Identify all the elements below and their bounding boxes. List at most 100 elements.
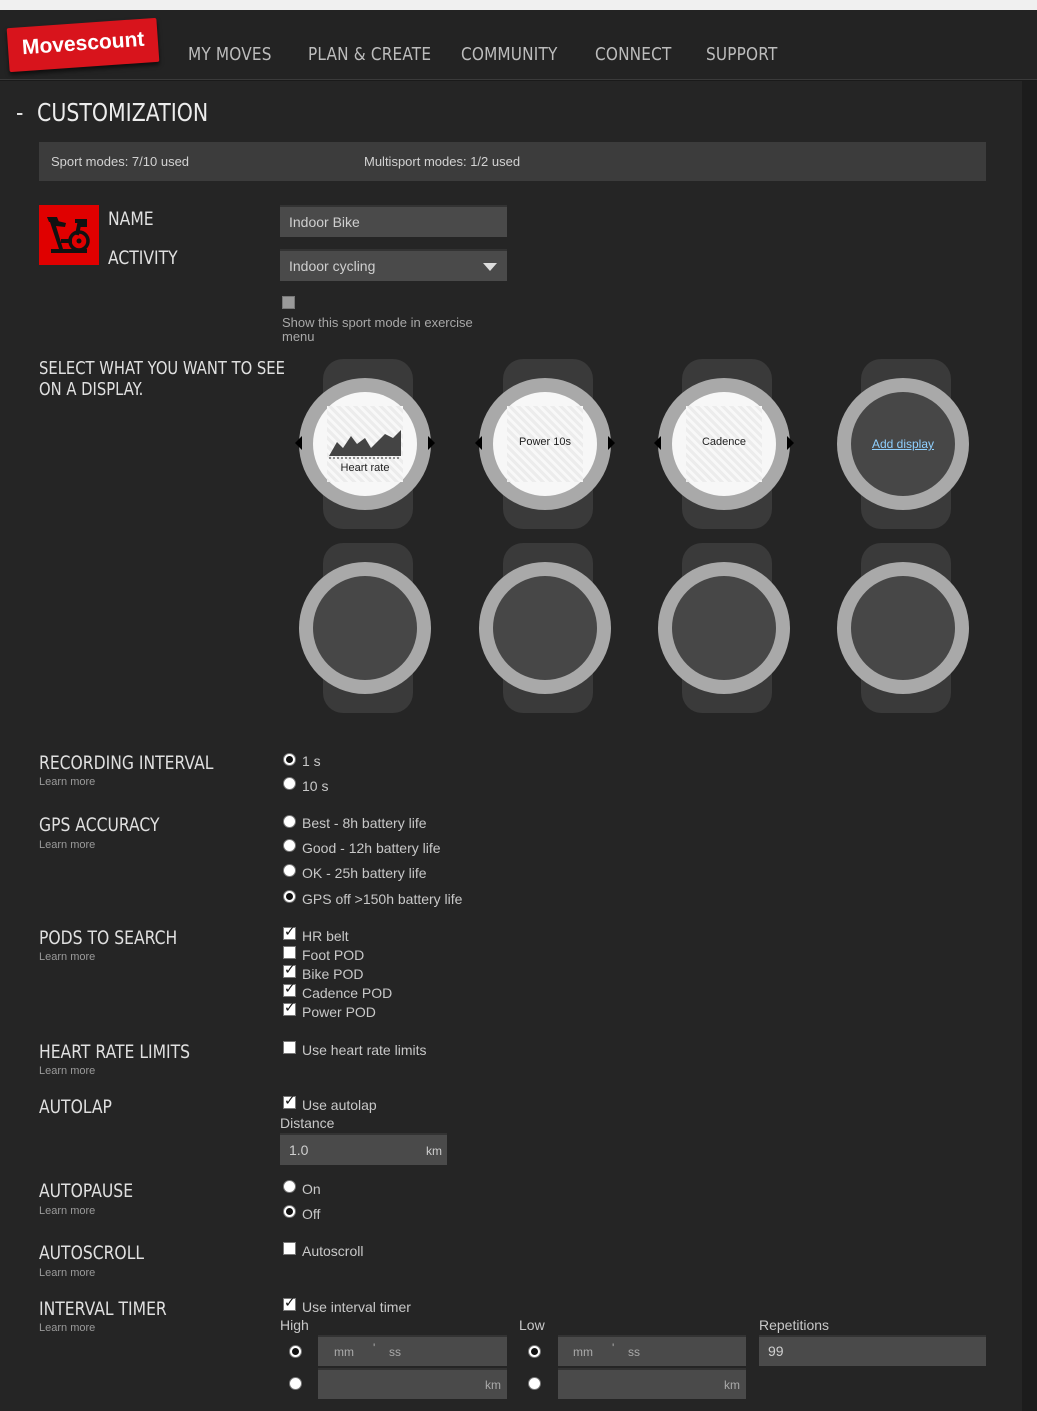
gps-option-off: GPS off >150h battery life xyxy=(302,891,463,907)
low-ss-placeholder: ss xyxy=(628,1345,640,1359)
display-slot-2[interactable]: Power 10s xyxy=(475,359,618,539)
high-separator: ' xyxy=(373,1341,376,1355)
interval-low-time-input[interactable]: mm ' ss xyxy=(558,1335,746,1366)
interval-repetitions-input[interactable]: 99 xyxy=(759,1335,986,1366)
interval-high-time-radio[interactable] xyxy=(289,1345,302,1358)
next-display-icon[interactable] xyxy=(787,436,794,450)
interval-timer-checkbox[interactable] xyxy=(283,1295,296,1311)
previous-display-icon[interactable] xyxy=(475,436,482,450)
display-screen: Cadence xyxy=(686,406,762,482)
next-display-icon[interactable] xyxy=(608,436,615,450)
autolap-label: Use autolap xyxy=(302,1097,377,1113)
pod-cadence-label: Cadence POD xyxy=(302,985,393,1001)
display-label-heart-rate: Heart rate xyxy=(340,462,390,474)
scrollbar[interactable] xyxy=(1022,81,1037,1411)
displays-heading-cont: ON A DISPLAY. xyxy=(39,379,144,400)
recording-option-10s: 10 s xyxy=(302,778,329,794)
display-slot-6 xyxy=(478,543,618,723)
display-slot-1[interactable]: Heart rate xyxy=(295,359,438,539)
display-slot-3[interactable]: Cadence xyxy=(654,359,797,539)
autoscroll-checkbox[interactable] xyxy=(283,1242,296,1255)
recording-learn-more-link[interactable]: Learn more xyxy=(39,776,95,788)
interval-high-time-input[interactable]: mm ' ss xyxy=(318,1335,507,1366)
recording-radio-1s[interactable] xyxy=(283,753,296,766)
name-input[interactable]: Indoor Bike xyxy=(280,205,507,237)
watch-face: Heart rate xyxy=(313,392,417,496)
activity-label: ACTIVITY xyxy=(108,247,178,269)
gps-radio-good[interactable] xyxy=(283,839,296,852)
autopause-learn-more-link[interactable]: Learn more xyxy=(39,1205,95,1217)
gps-learn-more-link[interactable]: Learn more xyxy=(39,839,95,851)
pod-power-label: Power POD xyxy=(302,1004,376,1020)
nav-my-moves[interactable]: MY MOVES xyxy=(188,44,272,65)
gps-option-best: Best - 8h battery life xyxy=(302,815,427,831)
next-display-icon[interactable] xyxy=(428,436,435,450)
interval-low-distance-radio[interactable] xyxy=(528,1377,541,1390)
hr-limits-checkbox[interactable] xyxy=(283,1041,296,1054)
nav-support[interactable]: SUPPORT xyxy=(706,44,777,65)
autolap-checkbox[interactable] xyxy=(283,1093,296,1109)
pod-foot-checkbox[interactable] xyxy=(283,946,296,959)
movescount-logo[interactable]: Movescount xyxy=(6,17,160,73)
high-ss-placeholder: ss xyxy=(389,1345,401,1359)
watch-face: Cadence xyxy=(672,392,776,496)
hr-limits-learn-more-link[interactable]: Learn more xyxy=(39,1065,95,1077)
show-in-menu-checkbox[interactable] xyxy=(282,296,295,309)
autopause-radio-off[interactable] xyxy=(283,1205,296,1218)
interval-low-label: Low xyxy=(519,1317,545,1333)
nav-community[interactable]: COMMUNITY xyxy=(461,44,558,65)
watch-face xyxy=(493,576,597,680)
activity-select[interactable]: Indoor cycling xyxy=(280,249,507,281)
interval-timer-label: Use interval timer xyxy=(302,1299,411,1315)
previous-display-icon[interactable] xyxy=(654,436,661,450)
interval-repetitions-label: Repetitions xyxy=(759,1317,830,1333)
autolap-unit: km xyxy=(426,1144,442,1158)
displays-heading: SELECT WHAT YOU WANT TO SEE xyxy=(39,358,285,379)
logo-text: Movescount xyxy=(21,27,146,60)
low-mm-placeholder: mm xyxy=(573,1345,593,1359)
autolap-distance-value: 1.0 xyxy=(289,1142,309,1158)
recording-radio-10s[interactable] xyxy=(283,777,296,790)
add-display-link[interactable]: Add display xyxy=(851,437,955,451)
watch-bezel xyxy=(479,562,611,694)
autoscroll-label: Autoscroll xyxy=(302,1243,364,1259)
pod-cadence-checkbox[interactable] xyxy=(283,981,296,997)
previous-display-icon[interactable] xyxy=(295,436,302,450)
interval-low-time-radio[interactable] xyxy=(528,1345,541,1358)
pod-bike-checkbox[interactable] xyxy=(283,962,296,978)
collapse-toggle[interactable]: - xyxy=(16,98,23,127)
autolap-heading: AUTOLAP xyxy=(39,1096,112,1118)
gps-radio-ok[interactable] xyxy=(283,864,296,877)
autolap-distance-input[interactable]: 1.0 km xyxy=(280,1133,447,1165)
repetitions-value: 99 xyxy=(768,1343,784,1359)
gps-radio-best[interactable] xyxy=(283,815,296,828)
nav-plan-create[interactable]: PLAN & CREATE xyxy=(308,44,431,65)
pod-power-checkbox[interactable] xyxy=(283,1000,296,1016)
interval-high-distance-radio[interactable] xyxy=(289,1377,302,1390)
pod-hr-belt-checkbox[interactable] xyxy=(283,924,296,940)
hr-limits-label: Use heart rate limits xyxy=(302,1042,427,1058)
autopause-option-off: Off xyxy=(302,1206,321,1222)
pod-foot-label: Foot POD xyxy=(302,947,365,963)
display-slot-7 xyxy=(657,543,797,723)
pods-learn-more-link[interactable]: Learn more xyxy=(39,951,95,963)
interval-learn-more-link[interactable]: Learn more xyxy=(39,1322,95,1334)
gps-option-ok: OK - 25h battery life xyxy=(302,865,427,881)
interval-low-distance-input[interactable]: km xyxy=(558,1368,746,1399)
autopause-radio-on[interactable] xyxy=(283,1180,296,1193)
interval-high-distance-input[interactable]: km xyxy=(318,1368,507,1399)
gps-radio-off[interactable] xyxy=(283,890,296,903)
multisport-modes-count: Multisport modes: 1/2 used xyxy=(364,154,521,169)
low-separator: ' xyxy=(612,1341,615,1355)
display-screen: Heart rate xyxy=(327,406,403,482)
show-in-menu-label-cont: menu xyxy=(282,329,315,344)
activity-select-value: Indoor cycling xyxy=(289,258,376,274)
recording-interval-heading: RECORDING INTERVAL xyxy=(39,752,214,774)
interval-high-label: High xyxy=(280,1317,309,1333)
nav-connect[interactable]: CONNECT xyxy=(595,44,672,65)
autoscroll-learn-more-link[interactable]: Learn more xyxy=(39,1267,95,1279)
watch-face: Add display xyxy=(851,392,955,496)
show-in-menu-label: Show this sport mode in exercise xyxy=(282,315,473,330)
indoor-bike-icon xyxy=(39,205,99,265)
watch-bezel xyxy=(299,562,431,694)
